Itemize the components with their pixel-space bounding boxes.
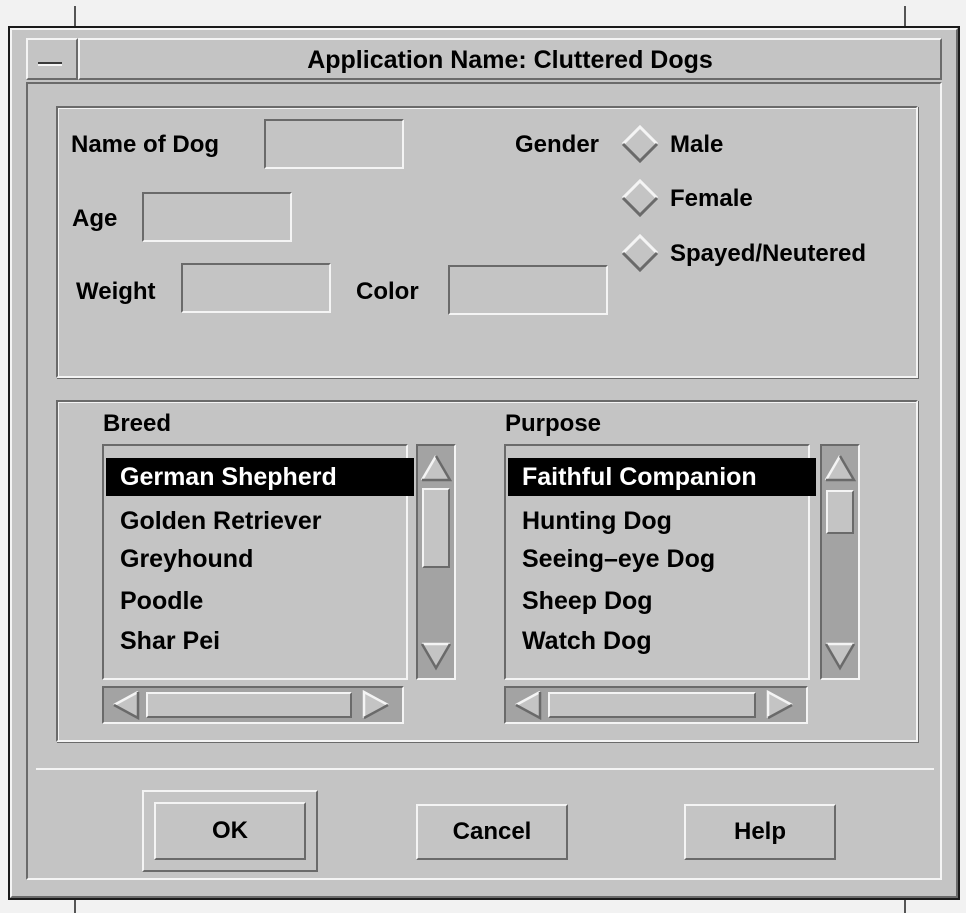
arrow-up-icon[interactable] [824, 452, 856, 484]
arrow-left-icon[interactable] [512, 690, 544, 720]
breed-vertical-scrollbar[interactable] [416, 444, 456, 680]
arrow-right-icon[interactable] [764, 690, 796, 720]
help-button[interactable]: Help [684, 804, 836, 860]
cancel-button[interactable]: Cancel [416, 804, 568, 860]
diamond-radio-icon [621, 124, 659, 164]
diamond-radio-icon [621, 178, 659, 218]
arrow-down-icon[interactable] [824, 640, 856, 672]
color-label: Color [356, 278, 419, 305]
scrollbar-thumb[interactable] [146, 692, 352, 718]
purpose-label: Purpose [505, 410, 602, 437]
arrow-right-icon[interactable] [360, 690, 392, 720]
weight-label: Weight [76, 278, 156, 305]
scrollbar-thumb[interactable] [422, 488, 450, 568]
gender-radio-spayed-neutered[interactable]: Spayed/Neutered [620, 233, 910, 273]
window-title: Application Name: Cluttered Dogs [307, 46, 713, 74]
list-item[interactable]: Hunting Dog [518, 502, 672, 540]
list-item[interactable]: Greyhound [116, 540, 253, 578]
button-separator [36, 768, 934, 770]
breed-horizontal-scrollbar[interactable] [102, 686, 404, 724]
gender-radio-male[interactable]: Male [620, 124, 910, 164]
arrow-down-icon[interactable] [420, 640, 452, 672]
window-menu-icon [38, 62, 62, 66]
title-bar[interactable]: Application Name: Cluttered Dogs [78, 38, 942, 80]
scrollbar-thumb[interactable] [548, 692, 756, 718]
dialog-window: Application Name: Cluttered Dogs Name of… [8, 26, 960, 900]
list-item[interactable]: Poodle [116, 582, 203, 620]
purpose-vertical-scrollbar[interactable] [820, 444, 860, 680]
name-label: Name of Dog [71, 131, 220, 158]
diamond-radio-icon [621, 233, 659, 273]
cancel-button-label: Cancel [452, 818, 532, 845]
name-field[interactable] [264, 119, 404, 169]
scrollbar-thumb[interactable] [826, 490, 854, 534]
list-item[interactable]: Faithful Companion [508, 458, 816, 496]
age-label: Age [72, 205, 118, 232]
ok-button[interactable]: OK [154, 802, 306, 860]
breed-list[interactable]: German Shepherd Golden Retriever Greyhou… [102, 444, 414, 680]
breed-label: Breed [103, 410, 172, 437]
list-item[interactable]: Golden Retriever [116, 502, 321, 540]
arrow-left-icon[interactable] [110, 690, 142, 720]
color-field[interactable] [448, 265, 608, 315]
help-button-label: Help [733, 818, 786, 845]
purpose-list[interactable]: Faithful Companion Hunting Dog Seeing–ey… [504, 444, 816, 680]
ok-button-label: OK [212, 817, 248, 844]
age-field[interactable] [142, 192, 292, 242]
list-item[interactable]: German Shepherd [106, 458, 414, 496]
list-item[interactable]: Shar Pei [116, 622, 220, 660]
purpose-horizontal-scrollbar[interactable] [504, 686, 808, 724]
list-item[interactable]: Seeing–eye Dog [518, 540, 715, 578]
list-item[interactable]: Watch Dog [518, 622, 652, 660]
weight-field[interactable] [181, 263, 331, 313]
arrow-up-icon[interactable] [420, 452, 452, 484]
gender-option-label: Spayed/Neutered [670, 240, 867, 267]
gender-option-label: Male [670, 131, 724, 158]
gender-option-label: Female [670, 185, 753, 212]
gender-radio-female[interactable]: Female [620, 178, 910, 218]
list-item[interactable]: Sheep Dog [518, 582, 653, 620]
gender-label: Gender [515, 131, 600, 158]
window-menu-button[interactable] [26, 38, 78, 80]
